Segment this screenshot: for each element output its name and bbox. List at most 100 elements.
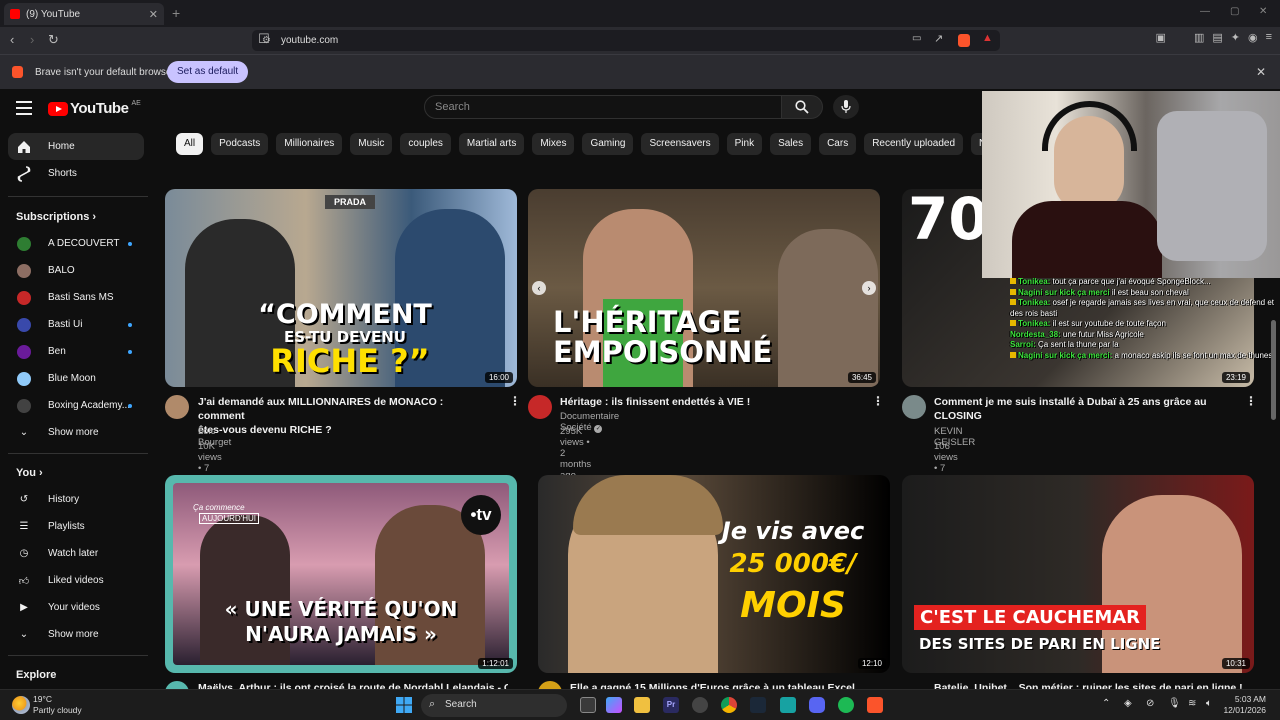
search-button[interactable] (781, 95, 823, 119)
chip-pink[interactable]: Pink (726, 133, 763, 155)
set-as-default-button[interactable]: Set as default (167, 61, 249, 83)
windows-start-icon[interactable] (396, 697, 412, 713)
subscription-item[interactable]: Boxing Academy... (8, 392, 144, 419)
sidebar-item-playlists[interactable]: ☰ Playlists (8, 513, 144, 540)
video-title[interactable]: Batelie, Unibet... Son métier : ruiner l… (934, 681, 1244, 689)
wallet-icon[interactable]: ▣ (1156, 31, 1166, 44)
wifi-icon[interactable]: ≋ (1188, 698, 1196, 709)
maximize-icon[interactable]: ▢ (1230, 6, 1239, 17)
steam-icon[interactable] (750, 697, 766, 713)
spotify-icon[interactable] (838, 697, 854, 713)
video-thumbnail[interactable]: Je vis avec 25 000€/ MOIS 12:10 (538, 475, 890, 673)
chip-music[interactable]: Music (350, 133, 393, 155)
chip-couples[interactable]: couples (400, 133, 451, 155)
address-bar[interactable]: ⚙ youtube.com (252, 30, 1000, 51)
video-thumbnail[interactable]: C'EST LE CAUCHEMAR DES SITES DE PARI EN … (902, 475, 1254, 673)
channel-avatar[interactable] (528, 395, 552, 419)
chip-mixes[interactable]: Mixes (532, 133, 575, 155)
new-tab-button[interactable]: + (172, 5, 180, 21)
video-title[interactable]: J'ai demandé aux MILLIONNAIRES de MONACO… (198, 395, 488, 437)
file-explorer-icon[interactable] (634, 697, 650, 713)
more-actions-icon[interactable]: ⋮ (1245, 394, 1257, 408)
widgets-icon[interactable] (606, 697, 622, 713)
chip-sales[interactable]: Sales (770, 133, 812, 155)
video-title[interactable]: Héritage : ils finissent endettés à VIE … (560, 395, 850, 409)
tray-mute-icon[interactable]: ⊘ (1146, 698, 1154, 709)
channel-avatar[interactable] (902, 395, 926, 419)
page-scrollbar[interactable] (1271, 320, 1276, 420)
taskbar-search[interactable]: ⌕ Search (421, 694, 567, 717)
tray-app-icon[interactable]: ◈ (1124, 698, 1132, 709)
subscription-item[interactable]: Blue Moon (8, 365, 144, 392)
chip-all[interactable]: All (176, 133, 204, 155)
sidebar-item-shorts[interactable]: Shorts (8, 160, 144, 187)
show-more-you[interactable]: ⌄ Show more (8, 621, 144, 648)
chip-gaming[interactable]: Gaming (582, 133, 634, 155)
video-title[interactable]: Elle a gagné 15 Millions d'Euros grâce à… (570, 681, 880, 689)
chip-martial-arts[interactable]: Martial arts (458, 133, 525, 155)
bookmark-icon[interactable]: ☐ (258, 31, 270, 47)
chip-recently-uploaded[interactable]: Recently uploaded (864, 133, 964, 155)
share-icon[interactable]: ↗ (934, 32, 943, 45)
video-thumbnail[interactable]: L'HÉRITAGE EMPOISONNÉ ‹ › 36:45 (528, 189, 880, 387)
show-more-subscriptions[interactable]: ⌄ Show more (8, 419, 144, 446)
subscription-item[interactable]: Basti Sans MS (8, 284, 144, 311)
brave-rewards-icon[interactable]: ▲ (982, 32, 993, 44)
sidebar-item-home[interactable]: Home (8, 133, 144, 160)
youtube-logo[interactable]: YouTube AE (48, 100, 141, 117)
minimize-icon[interactable]: — (1200, 6, 1210, 17)
sidebar-item-history[interactable]: ↺ History (8, 486, 144, 513)
subscriptions-heading[interactable]: Subscriptions › (16, 211, 96, 223)
brave-shields-icon[interactable] (958, 34, 970, 47)
discord-icon[interactable] (809, 697, 825, 713)
taskbar-clock[interactable]: 5:03 AM 12/01/2026 (1223, 694, 1266, 716)
reload-icon[interactable]: ↻ (48, 32, 59, 48)
more-actions-icon[interactable]: ⋮ (872, 394, 884, 408)
video-title[interactable]: Maëlys, Arthur : ils ont croisé la route… (198, 681, 508, 689)
browser-tab[interactable]: (9) YouTube ✕ (4, 3, 164, 25)
subscription-item[interactable]: Basti Ui (8, 311, 144, 338)
sidebar-item-your-videos[interactable]: ▶ Your videos (8, 594, 144, 621)
chip-millionaires[interactable]: Millionaires (276, 133, 343, 155)
vpn-icon[interactable]: ◉ (1248, 31, 1258, 44)
carousel-next-icon[interactable]: › (862, 281, 876, 295)
obs-icon[interactable] (692, 697, 708, 713)
sidebar-toggle-icon[interactable]: ▥ (1194, 31, 1204, 44)
channel-avatar[interactable] (538, 681, 562, 689)
close-window-icon[interactable]: ✕ (1259, 6, 1267, 17)
sidebar-item-watch-later[interactable]: ◷ Watch later (8, 540, 144, 567)
microphone-icon[interactable]: 🎙︎ (1168, 698, 1181, 709)
tray-overflow-icon[interactable]: ⌃ (1102, 698, 1110, 709)
forward-icon[interactable]: › (30, 32, 34, 47)
chip-screensavers[interactable]: Screensavers (641, 133, 719, 155)
back-icon[interactable]: ‹ (10, 32, 14, 47)
video-thumbnail[interactable]: Ça commence AUJOURD'HUI •tv « UNE VÉRITÉ… (165, 475, 517, 673)
task-view-icon[interactable] (580, 697, 596, 713)
subscription-item[interactable]: BALO (8, 257, 144, 284)
carousel-prev-icon[interactable]: ‹ (532, 281, 546, 295)
leo-ai-icon[interactable]: ✦ (1231, 31, 1240, 44)
subscription-item[interactable]: Ben (8, 338, 144, 365)
chrome-icon[interactable] (721, 697, 737, 713)
menu-icon[interactable]: ≡ (1266, 31, 1272, 44)
sidebar-item-liked-videos[interactable]: 👍︎ Liked videos (8, 567, 144, 594)
premiere-pro-icon[interactable]: Pr (663, 697, 679, 713)
chip-cars[interactable]: Cars (819, 133, 857, 155)
extensions-icon[interactable]: ▤ (1212, 31, 1222, 44)
voice-search-button[interactable] (833, 95, 859, 119)
channel-avatar[interactable] (165, 681, 189, 689)
search-input[interactable]: Search (424, 95, 782, 119)
cast-icon[interactable]: ▭ (912, 33, 921, 44)
subscription-item[interactable]: A DECOUVERT (8, 230, 144, 257)
brave-icon[interactable] (867, 697, 883, 713)
video-title[interactable]: Comment je me suis installé à Dubaï à 25… (934, 395, 1234, 423)
you-heading[interactable]: You › (16, 467, 43, 479)
video-thumbnail[interactable]: PRADA “COMMENT ES-TU DEVENU RICHE ?” 16:… (165, 189, 517, 387)
chip-podcasts[interactable]: Podcasts (211, 133, 269, 155)
weather-widget[interactable]: 19°C Partly cloudy (33, 694, 82, 716)
guide-menu-icon[interactable] (16, 101, 32, 119)
app-icon[interactable] (780, 697, 796, 713)
volume-icon[interactable]: 🔈︎ (1206, 698, 1212, 709)
infobar-close-icon[interactable]: ✕ (1256, 65, 1266, 79)
more-actions-icon[interactable]: ⋮ (509, 394, 521, 408)
